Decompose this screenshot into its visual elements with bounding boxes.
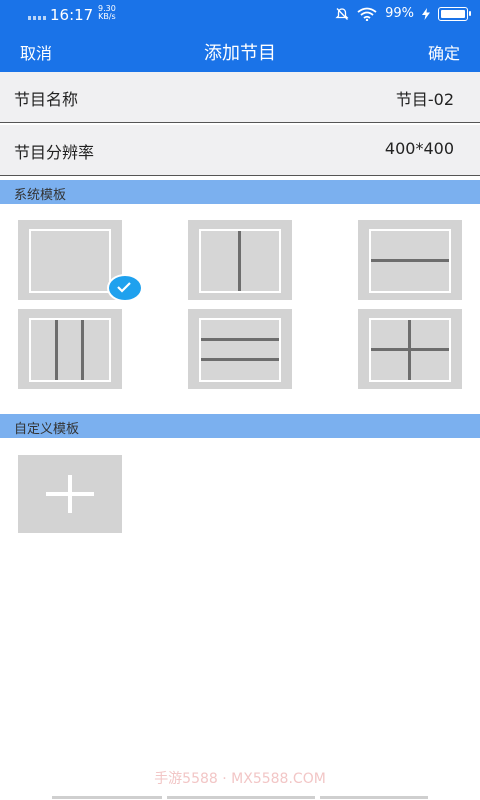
template-four-grid-preview — [369, 318, 451, 382]
check-circle-icon — [107, 274, 143, 302]
watermark: 手游5588 · MX5588.COM — [154, 771, 326, 787]
template-two-columns-preview — [199, 229, 281, 293]
template-two-rows-preview — [369, 229, 451, 293]
battery-icon — [438, 6, 471, 21]
template-four-grid[interactable] — [358, 309, 462, 389]
custom-templates-header: 自定义模板 — [0, 414, 480, 438]
template-single-preview — [29, 229, 111, 293]
status-right: 99% — [335, 6, 471, 21]
battery-percent: 99% — [385, 6, 414, 21]
template-two-rows[interactable] — [358, 220, 462, 300]
program-name-label: 节目名称 — [14, 90, 79, 109]
status-bar: 16:17 9.30 KB/s 99% — [0, 0, 480, 30]
network-speed-unit: KB/s — [98, 12, 116, 21]
signal-icon — [28, 16, 46, 20]
wifi-icon — [357, 7, 377, 21]
page-title: 添加节目 — [204, 43, 276, 64]
bottom-gesture-bar — [52, 796, 428, 800]
template-three-rows[interactable] — [188, 309, 292, 389]
template-three-rows-preview — [199, 318, 281, 382]
charging-icon — [422, 7, 430, 20]
system-templates-label: 系统模板 — [14, 188, 67, 203]
template-three-columns-preview — [29, 318, 111, 382]
program-name-value: 节目-02 — [395, 90, 454, 109]
status-time: 16:17 — [50, 6, 94, 24]
template-three-columns[interactable] — [18, 309, 122, 389]
template-single[interactable] — [18, 220, 143, 302]
network-speed: 9.30 KB/s — [98, 5, 116, 21]
mute-bell-icon — [335, 7, 349, 20]
plus-icon-bar — [46, 492, 94, 496]
program-name-row[interactable]: 节目名称 节目-02 — [0, 72, 480, 123]
confirm-button[interactable]: 确定 — [428, 40, 460, 64]
template-two-columns[interactable] — [188, 220, 292, 300]
program-resolution-value: 400*400 — [384, 139, 454, 158]
program-resolution-row[interactable]: 节目分辨率 400*400 — [0, 125, 480, 176]
system-templates-header: 系统模板 — [0, 180, 480, 204]
add-template-button[interactable] — [18, 455, 122, 533]
custom-templates-label: 自定义模板 — [14, 422, 80, 437]
nav-bar: 取消 添加节目 确定 — [0, 30, 480, 72]
program-resolution-label: 节目分辨率 — [14, 143, 95, 162]
